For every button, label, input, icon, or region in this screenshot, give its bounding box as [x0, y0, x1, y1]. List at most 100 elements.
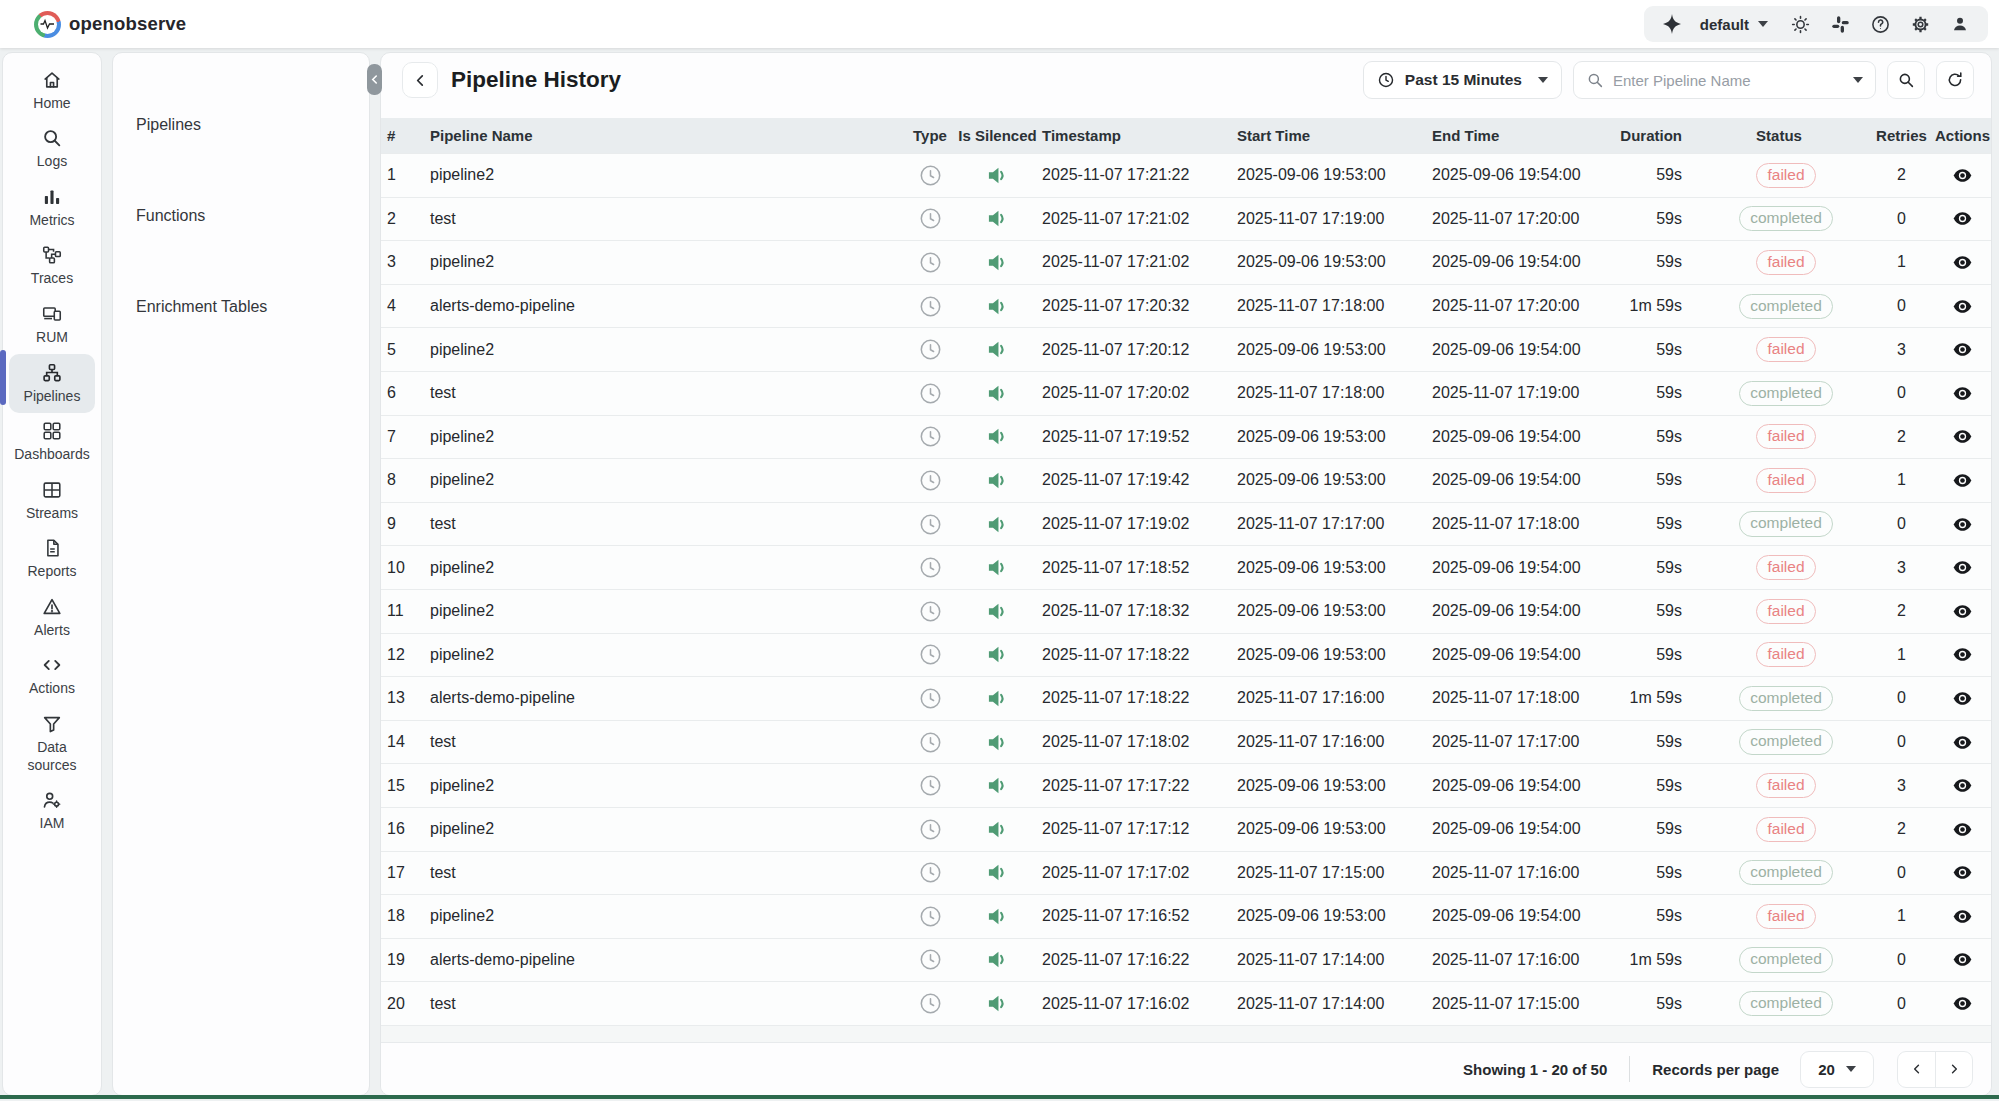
- view-details-eye-icon[interactable]: [1953, 342, 1972, 357]
- view-details-eye-icon[interactable]: [1953, 473, 1972, 488]
- status-badge: failed: [1756, 250, 1815, 275]
- status-cell: failed: [1689, 904, 1869, 929]
- table-row[interactable]: 6 test 2025-11-07 17:20:02 2025-11-07 17…: [381, 371, 1991, 415]
- actions-cell: [1934, 386, 1991, 401]
- collapse-sidebar-button[interactable]: [367, 64, 382, 95]
- org-selector[interactable]: default: [1692, 16, 1780, 33]
- table-row[interactable]: 2 test 2025-11-07 17:21:02 2025-11-07 17…: [381, 197, 1991, 241]
- ai-sparkle-button[interactable]: [1652, 6, 1692, 42]
- table-row[interactable]: 11 pipeline2 2025-11-07 17:18:32 2025-09…: [381, 589, 1991, 633]
- view-details-eye-icon[interactable]: [1953, 517, 1972, 532]
- pipeline-search-input[interactable]: [1613, 72, 1844, 89]
- duration-cell: 59s: [1614, 864, 1689, 882]
- sidebar-item-traces[interactable]: Traces: [9, 237, 95, 296]
- start-time-cell: 2025-11-07 17:14:00: [1229, 951, 1424, 969]
- table-row[interactable]: 20 test 2025-11-07 17:16:02 2025-11-07 1…: [381, 981, 1991, 1025]
- page-size-select[interactable]: 20: [1800, 1051, 1874, 1088]
- timestamp-cell: 2025-11-07 17:17:12: [1034, 820, 1229, 838]
- type-cell: [899, 643, 961, 666]
- sidebar-item-streams[interactable]: Streams: [9, 471, 95, 530]
- table-row[interactable]: 3 pipeline2 2025-11-07 17:21:02 2025-09-…: [381, 240, 1991, 284]
- table-row[interactable]: 15 pipeline2 2025-11-07 17:17:22 2025-09…: [381, 763, 1991, 807]
- sidebar-item-actions[interactable]: Actions: [9, 647, 95, 706]
- table-row[interactable]: 13 alerts-demo-pipeline 2025-11-07 17:18…: [381, 676, 1991, 720]
- view-details-eye-icon[interactable]: [1953, 560, 1972, 575]
- timestamp-cell: 2025-11-07 17:20:12: [1034, 341, 1229, 359]
- next-page-button[interactable]: [1935, 1052, 1972, 1087]
- actions-cell: [1934, 168, 1991, 183]
- view-details-eye-icon[interactable]: [1953, 735, 1972, 750]
- theme-toggle-button[interactable]: [1780, 6, 1820, 42]
- table-row[interactable]: 1 pipeline2 2025-11-07 17:21:22 2025-09-…: [381, 153, 1991, 197]
- view-details-eye-icon[interactable]: [1953, 865, 1972, 880]
- type-cell: [899, 207, 961, 230]
- clock-icon: [919, 861, 942, 884]
- view-details-eye-icon[interactable]: [1953, 778, 1972, 793]
- sidebar-item-dashboards[interactable]: Dashboards: [9, 413, 95, 472]
- view-details-eye-icon[interactable]: [1953, 299, 1972, 314]
- sidebar-item-rum[interactable]: RUM: [9, 295, 95, 354]
- view-details-eye-icon[interactable]: [1953, 386, 1972, 401]
- pagination-buttons: [1897, 1051, 1973, 1088]
- table-row[interactable]: 18 pipeline2 2025-11-07 17:16:52 2025-09…: [381, 894, 1991, 938]
- table-row[interactable]: 19 alerts-demo-pipeline 2025-11-07 17:16…: [381, 938, 1991, 982]
- help-button[interactable]: [1860, 6, 1900, 42]
- settings-button[interactable]: [1900, 6, 1940, 42]
- sidebar-item-iam[interactable]: IAM: [9, 782, 95, 841]
- view-details-eye-icon[interactable]: [1953, 255, 1972, 270]
- view-details-eye-icon[interactable]: [1953, 604, 1972, 619]
- table-row[interactable]: 8 pipeline2 2025-11-07 17:19:42 2025-09-…: [381, 458, 1991, 502]
- actions-cell: [1934, 691, 1991, 706]
- view-details-eye-icon[interactable]: [1953, 168, 1972, 183]
- table-row[interactable]: 4 alerts-demo-pipeline 2025-11-07 17:20:…: [381, 284, 1991, 328]
- refresh-button[interactable]: [1936, 61, 1974, 99]
- view-details-eye-icon[interactable]: [1953, 996, 1972, 1011]
- table-row[interactable]: 10 pipeline2 2025-11-07 17:18:52 2025-09…: [381, 545, 1991, 589]
- slack-button[interactable]: [1820, 6, 1860, 42]
- chevron-left-icon: [1910, 1062, 1924, 1076]
- clock-icon: [919, 905, 942, 928]
- sidebar-item-reports[interactable]: Reports: [9, 530, 95, 589]
- time-range-selector[interactable]: Past 15 Minutes: [1363, 61, 1562, 99]
- pipeline-search-field[interactable]: [1573, 61, 1876, 99]
- search-button[interactable]: [1887, 61, 1925, 99]
- actions-cell: [1934, 952, 1991, 967]
- table-row[interactable]: 5 pipeline2 2025-11-07 17:20:12 2025-09-…: [381, 327, 1991, 371]
- speaker-icon: [987, 208, 1008, 229]
- sidebar-item-home[interactable]: Home: [9, 61, 95, 120]
- subnav-item-functions[interactable]: Functions: [113, 170, 369, 261]
- row-index: 1: [381, 166, 426, 184]
- row-index: 2: [381, 210, 426, 228]
- sidebar-item-data-sources[interactable]: Data sources: [9, 706, 95, 782]
- subnav-item-enrichment-tables[interactable]: Enrichment Tables: [113, 261, 369, 352]
- prev-page-button[interactable]: [1898, 1052, 1935, 1087]
- sidebar-item-metrics[interactable]: Metrics: [9, 178, 95, 237]
- refresh-icon: [1946, 71, 1964, 89]
- view-details-eye-icon[interactable]: [1953, 952, 1972, 967]
- type-cell: [899, 556, 961, 579]
- view-details-eye-icon[interactable]: [1953, 211, 1972, 226]
- sidebar-item-logs[interactable]: Logs: [9, 120, 95, 179]
- clock-icon: [919, 469, 942, 492]
- view-details-eye-icon[interactable]: [1953, 691, 1972, 706]
- retries-cell: 1: [1869, 471, 1934, 489]
- table-row[interactable]: 12 pipeline2 2025-11-07 17:18:22 2025-09…: [381, 633, 1991, 677]
- subnav-item-pipelines[interactable]: Pipelines: [113, 79, 369, 170]
- end-time-cell: 2025-09-06 19:54:00: [1424, 166, 1614, 184]
- table-row[interactable]: 16 pipeline2 2025-11-07 17:17:12 2025-09…: [381, 807, 1991, 851]
- sidebar-item-alerts[interactable]: Alerts: [9, 588, 95, 647]
- row-index: 11: [381, 602, 426, 620]
- table-row[interactable]: 7 pipeline2 2025-11-07 17:19:52 2025-09-…: [381, 415, 1991, 459]
- type-cell: [899, 338, 961, 361]
- user-profile-button[interactable]: [1940, 6, 1980, 42]
- back-button[interactable]: [402, 62, 438, 98]
- table-row[interactable]: 17 test 2025-11-07 17:17:02 2025-11-07 1…: [381, 851, 1991, 895]
- table-row[interactable]: 9 test 2025-11-07 17:19:02 2025-11-07 17…: [381, 502, 1991, 546]
- sidebar-item-pipelines[interactable]: Pipelines: [9, 354, 95, 413]
- view-details-eye-icon[interactable]: [1953, 822, 1972, 837]
- view-details-eye-icon[interactable]: [1953, 429, 1972, 444]
- table-row[interactable]: 14 test 2025-11-07 17:18:02 2025-11-07 1…: [381, 720, 1991, 764]
- type-cell: [899, 992, 961, 1015]
- view-details-eye-icon[interactable]: [1953, 647, 1972, 662]
- view-details-eye-icon[interactable]: [1953, 909, 1972, 924]
